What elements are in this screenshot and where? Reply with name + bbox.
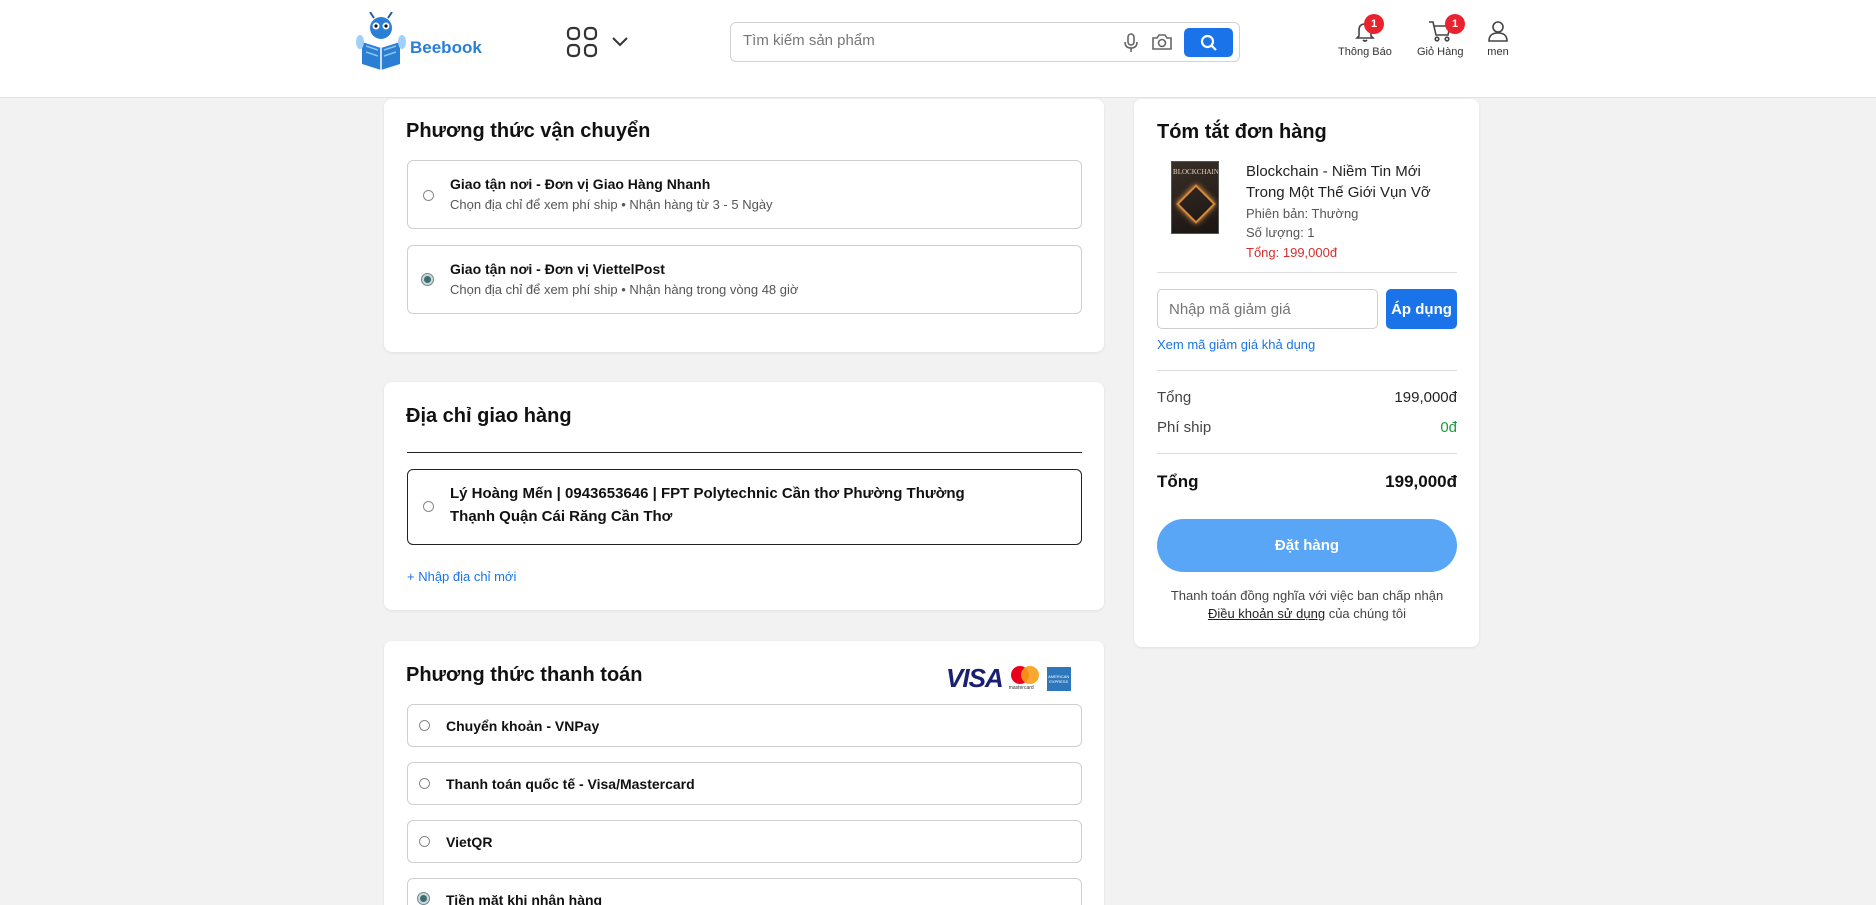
payment-option-visa-mastercard[interactable]: Thanh toán quốc tế - Visa/Mastercard — [407, 762, 1082, 805]
shipping-option-subtitle: Chọn địa chỉ để xem phí ship • Nhận hàng… — [450, 282, 799, 297]
terms-of-use-link[interactable]: Điều khoản sử dụng — [1208, 606, 1325, 621]
top-header: Beebook 1 Thông Báo 1 Giỏ Hàng men — [0, 0, 1876, 98]
notifications-button[interactable]: 1 Thông Báo — [1338, 14, 1392, 58]
payment-radio-visa-mastercard[interactable] — [419, 778, 430, 789]
grand-total-label: Tổng — [1157, 472, 1199, 491]
user-account-button[interactable]: men — [1487, 20, 1509, 58]
mastercard-logo-text: mastercard — [1008, 684, 1034, 691]
product-name-line-1: Blockchain - Niềm Tin Mới — [1246, 163, 1421, 180]
shipping-method-card: Phương thức vận chuyển Giao tận nơi - Đơ… — [384, 99, 1104, 352]
product-cover-image: BLOCKCHAIN — [1171, 161, 1219, 234]
product-name-line-2: Trong Một Thế Giới Vụn Vỡ — [1246, 184, 1431, 201]
amex-logo: AMERICAN EXPRESS — [1046, 666, 1071, 691]
payment-option-label: Thanh toán quốc tế - Visa/Mastercard — [446, 776, 695, 792]
microphone-icon[interactable] — [1123, 33, 1139, 58]
payment-radio-vietqr[interactable] — [419, 836, 430, 847]
product-cover-title: BLOCKCHAIN — [1173, 168, 1219, 176]
terms-suffix: của chúng tôi — [1328, 606, 1407, 621]
logo-text: Beebook — [410, 38, 482, 57]
chevron-down-icon — [612, 37, 628, 47]
view-coupons-link[interactable]: Xem mã giảm giá khả dụng — [1157, 337, 1315, 352]
payment-option-label: Tiền mặt khi nhận hàng — [446, 892, 603, 905]
visa-logo: VISA — [946, 663, 1004, 693]
notification-count-badge: 1 — [1364, 14, 1384, 34]
payment-option-vietqr[interactable]: VietQR — [407, 820, 1082, 863]
shipping-option-title: Giao tận nơi - Đơn vị Giao Hàng Nhanh — [450, 176, 711, 192]
order-summary-card: Tóm tắt đơn hàng BLOCKCHAIN Blockchain -… — [1134, 99, 1479, 647]
order-summary-title: Tóm tắt đơn hàng — [1157, 121, 1327, 143]
cart-count-badge: 1 — [1445, 14, 1465, 34]
add-new-address-link[interactable]: + Nhập địa chỉ mới — [407, 569, 516, 584]
terms-line-1: Thanh toán đồng nghĩa với việc ban chấp … — [1170, 588, 1444, 603]
address-divider — [407, 452, 1082, 453]
product-total-price: Tổng: 199,000đ — [1246, 245, 1338, 260]
summary-divider — [1157, 272, 1457, 273]
delivery-address-title: Địa chỉ giao hàng — [406, 405, 572, 427]
product-quantity: Số lượng: 1 — [1246, 225, 1315, 240]
payment-option-vnpay[interactable]: Chuyển khoản - VNPay — [407, 704, 1082, 747]
apply-coupon-button[interactable]: Áp dụng — [1386, 289, 1457, 329]
shipping-option-viettelpost[interactable]: Giao tận nơi - Đơn vị ViettelPost Chọn đ… — [407, 245, 1082, 314]
summary-divider — [1157, 453, 1457, 454]
logo[interactable]: Beebook — [356, 12, 482, 70]
subtotal-label: Tổng — [1157, 389, 1192, 406]
cart-button[interactable]: 1 Giỏ Hàng — [1417, 14, 1465, 58]
terms-notice: Thanh toán đồng nghĩa với việc ban chấp … — [1157, 587, 1457, 623]
payment-option-label: Chuyển khoản - VNPay — [446, 718, 600, 734]
search-bar — [730, 22, 1240, 62]
summary-divider — [1157, 370, 1457, 371]
payment-method-title: Phương thức thanh toán — [406, 664, 643, 686]
user-name-label: men — [1487, 46, 1509, 58]
notifications-label: Thông Báo — [1338, 46, 1392, 58]
shipping-radio-ghn[interactable] — [423, 190, 434, 201]
delivery-address-card: Địa chỉ giao hàng Lý Hoàng Mến | 0943653… — [384, 382, 1104, 610]
coupon-code-input[interactable] — [1157, 289, 1378, 329]
camera-icon[interactable] — [1151, 33, 1173, 56]
shipping-option-subtitle: Chọn địa chỉ để xem phí ship • Nhận hàng… — [450, 197, 773, 212]
search-input[interactable] — [743, 32, 1103, 49]
payment-option-cod[interactable]: Tiền mặt khi nhận hàng — [407, 878, 1082, 905]
address-line-2: Thạnh Quận Cái Răng Cần Thơ — [450, 508, 673, 525]
grand-total-value: 199,000đ — [1385, 472, 1457, 491]
cart-label: Giỏ Hàng — [1417, 46, 1464, 58]
product-edition: Phiên bản: Thường — [1246, 206, 1359, 221]
payment-radio-cod[interactable] — [418, 893, 429, 904]
place-order-button[interactable]: Đặt hàng — [1157, 519, 1457, 572]
address-radio[interactable] — [423, 501, 434, 512]
shipping-option-title: Giao tận nơi - Đơn vị ViettelPost — [450, 261, 665, 277]
payment-radio-vnpay[interactable] — [419, 720, 430, 731]
search-icon — [1200, 34, 1217, 51]
payment-method-card: Phương thức thanh toán VISA mastercard A… — [384, 641, 1104, 905]
product-name: Blockchain - Niềm Tin Mới Trong Một Thế … — [1246, 161, 1431, 203]
search-button[interactable] — [1184, 28, 1233, 57]
address-line-1: Lý Hoàng Mến | 0943653646 | FPT Polytech… — [450, 485, 965, 502]
category-menu-button[interactable] — [566, 26, 628, 58]
terms-line-2: Điều khoản sử dụng của chúng tôi — [1157, 605, 1457, 623]
user-icon — [1488, 21, 1508, 42]
shipping-fee-value: 0đ — [1440, 419, 1457, 436]
card-brands: VISA mastercard AMERICAN EXPRESS — [946, 663, 1071, 694]
shipping-fee-label: Phí ship — [1157, 419, 1212, 436]
grid-icon — [566, 26, 598, 58]
mastercard-logo: mastercard — [1009, 665, 1041, 693]
shipping-option-ghn[interactable]: Giao tận nơi - Đơn vị Giao Hàng Nhanh Ch… — [407, 160, 1082, 229]
shipping-radio-viettelpost[interactable] — [422, 274, 433, 285]
subtotal-value: 199,000đ — [1394, 389, 1457, 406]
bee-logo-icon — [356, 12, 406, 70]
shipping-method-title: Phương thức vận chuyển — [406, 120, 651, 142]
payment-option-label: VietQR — [446, 834, 493, 850]
saved-address-option[interactable]: Lý Hoàng Mến | 0943653646 | FPT Polytech… — [407, 469, 1082, 545]
